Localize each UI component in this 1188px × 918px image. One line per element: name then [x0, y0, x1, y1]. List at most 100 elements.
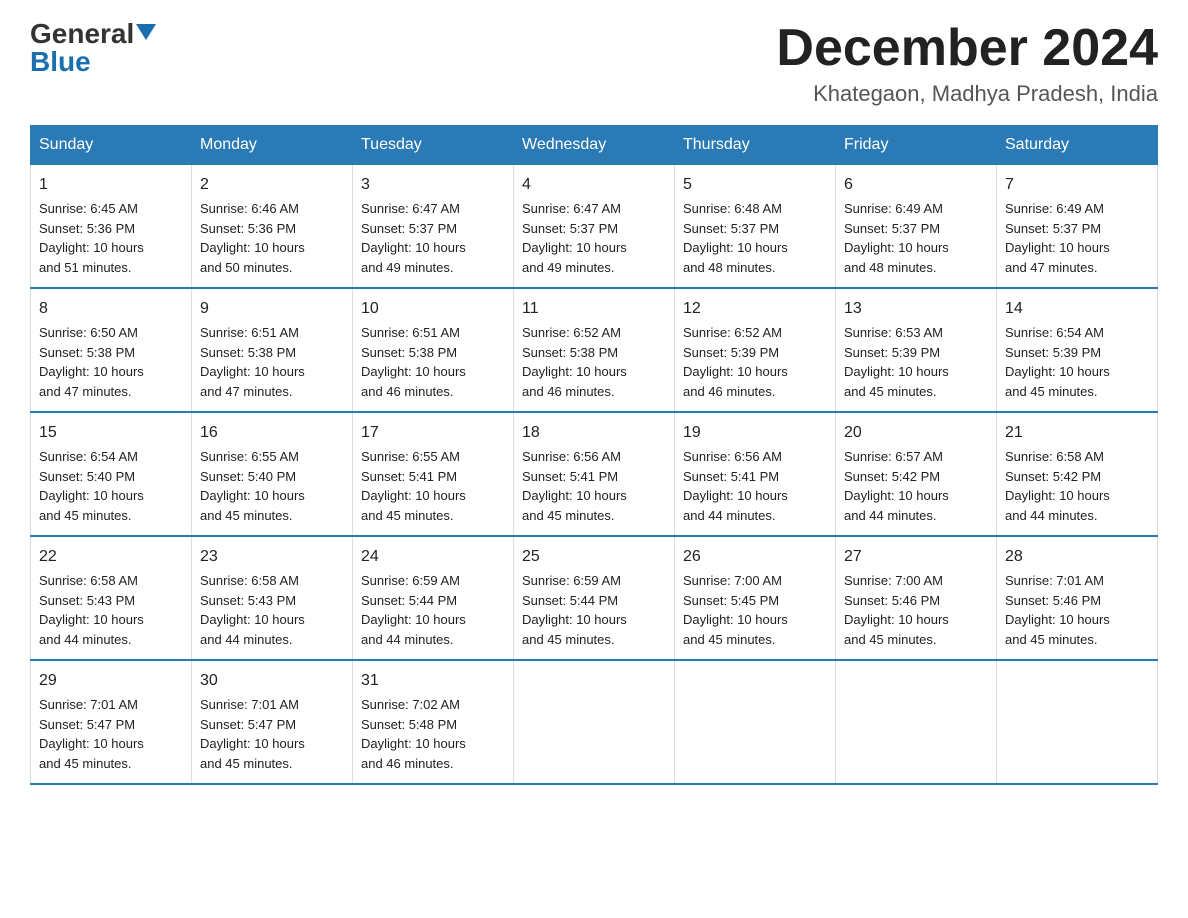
day-info: Sunrise: 6:55 AMSunset: 5:41 PMDaylight:…: [361, 449, 466, 523]
calendar-header-row: SundayMondayTuesdayWednesdayThursdayFrid…: [31, 126, 1158, 165]
day-cell: 22Sunrise: 6:58 AMSunset: 5:43 PMDayligh…: [31, 536, 192, 660]
day-info: Sunrise: 6:48 AMSunset: 5:37 PMDaylight:…: [683, 201, 788, 275]
day-info: Sunrise: 6:58 AMSunset: 5:43 PMDaylight:…: [200, 573, 305, 647]
day-cell: 13Sunrise: 6:53 AMSunset: 5:39 PMDayligh…: [836, 288, 997, 412]
day-number: 18: [522, 421, 666, 445]
day-cell: 30 Sunrise: 7:01 AMSunset: 5:47 PMDayligh…: [192, 660, 353, 784]
day-info: Sunrise: 7:01 AMSunset: 5:47 PMDaylight:…: [200, 697, 305, 771]
day-number: 6: [844, 173, 988, 197]
logo-triangle-icon: [136, 24, 156, 40]
week-row-5: 29Sunrise: 7:01 AMSunset: 5:47 PMDayligh…: [31, 660, 1158, 784]
day-cell: 19 Sunrise: 6:56 AMSunset: 5:41 PMDayligh…: [675, 412, 836, 536]
header-saturday: Saturday: [997, 126, 1158, 165]
day-info: Sunrise: 7:00 AMSunset: 5:45 PMDaylight:…: [683, 573, 788, 647]
day-cell: 20 Sunrise: 6:57 AMSunset: 5:42 PMDayligh…: [836, 412, 997, 536]
day-number: 13: [844, 297, 988, 321]
day-info: Sunrise: 6:52 AMSunset: 5:38 PMDaylight:…: [522, 325, 627, 399]
day-number: 14: [1005, 297, 1149, 321]
day-info: Sunrise: 6:59 AMSunset: 5:44 PMDaylight:…: [361, 573, 466, 647]
month-title: December 2024: [776, 20, 1158, 77]
day-cell: 4 Sunrise: 6:47 AMSunset: 5:37 PMDaylight…: [514, 165, 675, 289]
header-wednesday: Wednesday: [514, 126, 675, 165]
day-number: 24: [361, 545, 505, 569]
day-info: Sunrise: 6:58 AMSunset: 5:42 PMDaylight:…: [1005, 449, 1110, 523]
day-number: 9: [200, 297, 344, 321]
day-number: 19: [683, 421, 827, 445]
day-number: 11: [522, 297, 666, 321]
day-info: Sunrise: 6:51 AMSunset: 5:38 PMDaylight:…: [361, 325, 466, 399]
logo-blue-text: Blue: [30, 48, 91, 76]
day-info: Sunrise: 6:56 AMSunset: 5:41 PMDaylight:…: [522, 449, 627, 523]
day-cell: [675, 660, 836, 784]
day-info: Sunrise: 6:57 AMSunset: 5:42 PMDaylight:…: [844, 449, 949, 523]
day-cell: 28Sunrise: 7:01 AMSunset: 5:46 PMDayligh…: [997, 536, 1158, 660]
day-info: Sunrise: 7:00 AMSunset: 5:46 PMDaylight:…: [844, 573, 949, 647]
day-cell: 23Sunrise: 6:58 AMSunset: 5:43 PMDayligh…: [192, 536, 353, 660]
day-number: 16: [200, 421, 344, 445]
day-cell: 6Sunrise: 6:49 AMSunset: 5:37 PMDaylight…: [836, 165, 997, 289]
day-info: Sunrise: 7:02 AMSunset: 5:48 PMDaylight:…: [361, 697, 466, 771]
day-number: 21: [1005, 421, 1149, 445]
day-number: 5: [683, 173, 827, 197]
day-info: Sunrise: 6:51 AMSunset: 5:38 PMDaylight:…: [200, 325, 305, 399]
day-info: Sunrise: 6:49 AMSunset: 5:37 PMDaylight:…: [1005, 201, 1110, 275]
location-text: Khategaon, Madhya Pradesh, India: [776, 81, 1158, 107]
day-info: Sunrise: 6:46 AMSunset: 5:36 PMDaylight:…: [200, 201, 305, 275]
day-info: Sunrise: 6:55 AMSunset: 5:40 PMDaylight:…: [200, 449, 305, 523]
day-number: 17: [361, 421, 505, 445]
day-cell: 24 Sunrise: 6:59 AMSunset: 5:44 PMDayligh…: [353, 536, 514, 660]
day-cell: 27Sunrise: 7:00 AMSunset: 5:46 PMDayligh…: [836, 536, 997, 660]
header-sunday: Sunday: [31, 126, 192, 165]
day-cell: 25 Sunrise: 6:59 AMSunset: 5:44 PMDayligh…: [514, 536, 675, 660]
header-thursday: Thursday: [675, 126, 836, 165]
day-info: Sunrise: 7:01 AMSunset: 5:47 PMDaylight:…: [39, 697, 144, 771]
week-row-4: 22Sunrise: 6:58 AMSunset: 5:43 PMDayligh…: [31, 536, 1158, 660]
day-number: 30: [200, 669, 344, 693]
day-info: Sunrise: 6:59 AMSunset: 5:44 PMDaylight:…: [522, 573, 627, 647]
week-row-2: 8 Sunrise: 6:50 AMSunset: 5:38 PMDaylight…: [31, 288, 1158, 412]
header-friday: Friday: [836, 126, 997, 165]
day-cell: 31Sunrise: 7:02 AMSunset: 5:48 PMDayligh…: [353, 660, 514, 784]
day-cell: [514, 660, 675, 784]
day-info: Sunrise: 6:54 AMSunset: 5:39 PMDaylight:…: [1005, 325, 1110, 399]
day-cell: [997, 660, 1158, 784]
day-cell: 26Sunrise: 7:00 AMSunset: 5:45 PMDayligh…: [675, 536, 836, 660]
day-info: Sunrise: 6:54 AMSunset: 5:40 PMDaylight:…: [39, 449, 144, 523]
day-info: Sunrise: 6:47 AMSunset: 5:37 PMDaylight:…: [361, 201, 466, 275]
day-cell: 9 Sunrise: 6:51 AMSunset: 5:38 PMDaylight…: [192, 288, 353, 412]
day-cell: 17 Sunrise: 6:55 AMSunset: 5:41 PMDayligh…: [353, 412, 514, 536]
logo: General Blue: [30, 20, 156, 76]
day-number: 15: [39, 421, 183, 445]
day-info: Sunrise: 6:50 AMSunset: 5:38 PMDaylight:…: [39, 325, 144, 399]
day-number: 8: [39, 297, 183, 321]
day-number: 12: [683, 297, 827, 321]
logo-general-text: General: [30, 20, 134, 48]
week-row-3: 15 Sunrise: 6:54 AMSunset: 5:40 PMDayligh…: [31, 412, 1158, 536]
day-cell: 11 Sunrise: 6:52 AMSunset: 5:38 PMDayligh…: [514, 288, 675, 412]
day-info: Sunrise: 7:01 AMSunset: 5:46 PMDaylight:…: [1005, 573, 1110, 647]
calendar-table: SundayMondayTuesdayWednesdayThursdayFrid…: [30, 125, 1158, 785]
title-block: December 2024 Khategaon, Madhya Pradesh,…: [776, 20, 1158, 107]
day-cell: 2Sunrise: 6:46 AMSunset: 5:36 PMDaylight…: [192, 165, 353, 289]
day-number: 3: [361, 173, 505, 197]
day-cell: 8 Sunrise: 6:50 AMSunset: 5:38 PMDaylight…: [31, 288, 192, 412]
day-cell: 3 Sunrise: 6:47 AMSunset: 5:37 PMDaylight…: [353, 165, 514, 289]
week-row-1: 1Sunrise: 6:45 AMSunset: 5:36 PMDaylight…: [31, 165, 1158, 289]
day-cell: 10Sunrise: 6:51 AMSunset: 5:38 PMDayligh…: [353, 288, 514, 412]
day-cell: [836, 660, 997, 784]
day-cell: 21 Sunrise: 6:58 AMSunset: 5:42 PMDayligh…: [997, 412, 1158, 536]
day-cell: 29Sunrise: 7:01 AMSunset: 5:47 PMDayligh…: [31, 660, 192, 784]
day-number: 25: [522, 545, 666, 569]
day-info: Sunrise: 6:56 AMSunset: 5:41 PMDaylight:…: [683, 449, 788, 523]
day-number: 4: [522, 173, 666, 197]
day-cell: 18 Sunrise: 6:56 AMSunset: 5:41 PMDayligh…: [514, 412, 675, 536]
day-number: 20: [844, 421, 988, 445]
day-info: Sunrise: 6:47 AMSunset: 5:37 PMDaylight:…: [522, 201, 627, 275]
day-cell: 12Sunrise: 6:52 AMSunset: 5:39 PMDayligh…: [675, 288, 836, 412]
page-header: General Blue December 2024 Khategaon, Ma…: [30, 20, 1158, 107]
header-monday: Monday: [192, 126, 353, 165]
day-cell: 16 Sunrise: 6:55 AMSunset: 5:40 PMDayligh…: [192, 412, 353, 536]
day-number: 1: [39, 173, 183, 197]
day-number: 7: [1005, 173, 1149, 197]
day-info: Sunrise: 6:58 AMSunset: 5:43 PMDaylight:…: [39, 573, 144, 647]
